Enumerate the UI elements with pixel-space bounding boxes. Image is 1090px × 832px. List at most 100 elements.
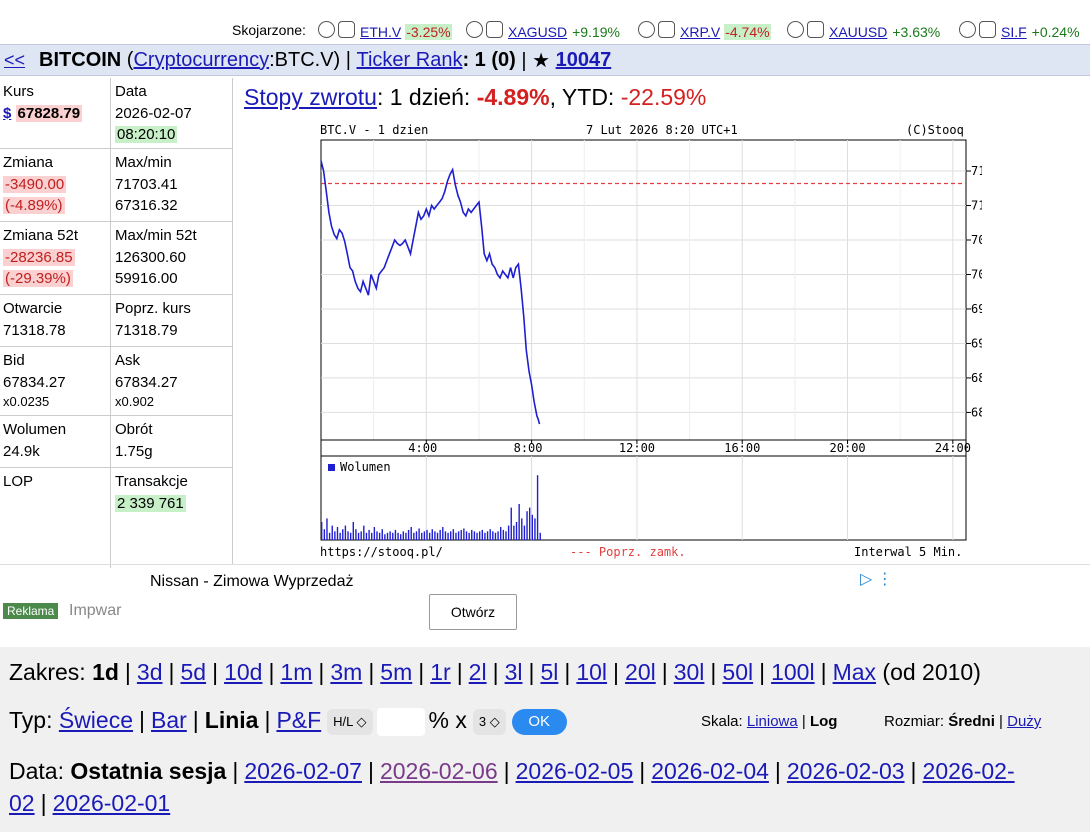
y-tick-label: 68000 xyxy=(971,405,982,419)
radio-icon[interactable] xyxy=(638,20,655,38)
volume-bar xyxy=(323,529,326,540)
separator: | xyxy=(503,758,510,784)
volume-bar xyxy=(450,531,452,540)
related-symbol-link[interactable]: SI.F xyxy=(1001,24,1027,40)
related-item-eth: ETH.V -3.25% xyxy=(318,16,452,40)
type-pf-link[interactable]: P&F xyxy=(276,707,321,733)
checkbox-icon[interactable] xyxy=(338,20,355,38)
date-link-2026-02-07[interactable]: 2026-02-07 xyxy=(244,758,362,784)
size-large-link[interactable]: Duży xyxy=(1007,713,1041,730)
volume-bar xyxy=(373,527,376,540)
range-link-5d[interactable]: 5d xyxy=(180,659,206,685)
volume-bar xyxy=(497,531,499,540)
multiplier-select[interactable]: 3 ◇ xyxy=(472,708,506,735)
date-link-2026-02-05[interactable]: 2026-02-05 xyxy=(516,758,634,784)
volume-bar xyxy=(494,532,497,540)
volume-bar xyxy=(344,525,347,540)
related-symbol-link[interactable]: XAUUSD xyxy=(829,24,887,40)
volume-bar xyxy=(328,532,331,540)
ad-open-button[interactable]: Otwórz xyxy=(429,594,517,630)
range-link-20l[interactable]: 20l xyxy=(625,659,656,685)
ad-banner[interactable]: Nissan - Zimowa Wyprzedaż Reklama Impwar… xyxy=(0,564,1090,647)
date-link-2026-02-01[interactable]: 2026-02-01 xyxy=(53,790,171,816)
pct-label: % x xyxy=(428,707,467,733)
ask-value: 67834.27 xyxy=(115,373,178,391)
type-candles-link[interactable]: Świece xyxy=(59,707,133,733)
volume-bar xyxy=(384,534,386,540)
returns-link[interactable]: Stopy zwrotu xyxy=(244,84,377,110)
related-symbol-link[interactable]: XAGUSD xyxy=(508,24,567,40)
related-symbol-link[interactable]: XRP.V xyxy=(680,24,720,40)
range-link-5l[interactable]: 5l xyxy=(540,659,558,685)
checkbox-icon[interactable] xyxy=(807,20,824,38)
pct-input[interactable] xyxy=(376,707,425,736)
range-link-3d[interactable]: 3d xyxy=(137,659,163,685)
type-row: Typ: Świece | Bar | Linia | P&F H/L ◇% x3 ◇ OK S… xyxy=(9,707,1081,736)
range-link-10l[interactable]: 10l xyxy=(576,659,607,685)
range-current: 1d xyxy=(92,659,119,685)
category-link[interactable]: Cryptocurrency xyxy=(133,49,269,72)
range-link-3m[interactable]: 3m xyxy=(330,659,362,685)
scale-linear-link[interactable]: Liniowa xyxy=(747,713,798,730)
returns-ytd-label: , YTD: xyxy=(549,84,621,110)
ok-button[interactable]: OK xyxy=(511,708,567,735)
range-link-5m[interactable]: 5m xyxy=(380,659,412,685)
returns-day-value: -4.89% xyxy=(476,84,550,110)
volume-bar xyxy=(423,531,426,540)
range-link-3l[interactable]: 3l xyxy=(505,659,523,685)
related-change: +3.63% xyxy=(892,24,941,40)
scale-label: Skala: xyxy=(701,713,747,730)
volume-bar xyxy=(502,529,505,540)
ad-choices-icon[interactable]: ▷ ⋮ xyxy=(860,569,893,589)
range-link-2l[interactable]: 2l xyxy=(469,659,487,685)
range-link-50l[interactable]: 50l xyxy=(722,659,753,685)
volume-bar xyxy=(457,531,460,540)
checkbox-icon[interactable] xyxy=(658,20,675,38)
date-link-2026-02-04[interactable]: 2026-02-04 xyxy=(651,758,769,784)
related-symbol-link[interactable]: ETH.V xyxy=(360,24,401,40)
hl-select[interactable]: H/L ◇ xyxy=(327,708,373,735)
ticker-rank-link[interactable]: Ticker Rank xyxy=(357,49,463,72)
time-value: 08:20:10 xyxy=(115,126,178,143)
zmiana-label: Zmiana xyxy=(3,154,54,171)
range-link-1m[interactable]: 1m xyxy=(280,659,312,685)
poprz-cell: Poprz. kurs 71318.79 xyxy=(110,295,232,346)
bid-value: 67834.27 xyxy=(3,373,66,391)
range-link-1r[interactable]: 1r xyxy=(430,659,450,685)
currency-link[interactable]: $ xyxy=(3,105,11,122)
back-link[interactable]: << xyxy=(4,50,25,71)
x-tick-label: 4:00 xyxy=(408,441,437,455)
radio-icon[interactable] xyxy=(318,20,335,38)
type-bar-link[interactable]: Bar xyxy=(151,707,187,733)
related-item-xauusd: XAUUSD +3.63% xyxy=(787,16,941,40)
kurs-label: Kurs xyxy=(3,83,34,100)
volume-bar xyxy=(442,527,444,540)
volume-bar xyxy=(460,529,462,540)
separator: | xyxy=(318,659,325,685)
volume-bar xyxy=(415,531,418,540)
checkbox-icon[interactable] xyxy=(486,20,503,38)
checkbox-icon[interactable] xyxy=(979,20,996,38)
range-link-max[interactable]: Max xyxy=(833,659,876,685)
data-cell: Data 2026-02-07 08:20:10 xyxy=(110,78,232,148)
radio-icon[interactable] xyxy=(466,20,483,38)
date-link-2026-02-03[interactable]: 2026-02-03 xyxy=(787,758,905,784)
max-value: 71703.41 xyxy=(115,175,178,193)
maxmin-cell: Max/min 71703.41 67316.32 xyxy=(110,149,232,221)
range-link-100l[interactable]: 100l xyxy=(771,659,814,685)
volume-bar xyxy=(484,532,486,540)
range-link-10d[interactable]: 10d xyxy=(224,659,262,685)
x-tick-label: 12:00 xyxy=(619,441,655,455)
ad-title[interactable]: Nissan - Zimowa Wyprzedaż xyxy=(150,573,353,591)
range-link-30l[interactable]: 30l xyxy=(674,659,705,685)
ask-label: Ask xyxy=(115,352,141,369)
radio-icon[interactable] xyxy=(959,20,976,38)
radio-icon[interactable] xyxy=(787,20,804,38)
y-tick-label: 70000 xyxy=(971,267,982,281)
volume-bar xyxy=(355,529,357,540)
star-count-link[interactable]: 10047 xyxy=(556,49,612,72)
scale-log-current: Log xyxy=(809,713,838,730)
related-change: -3.25% xyxy=(405,24,452,40)
volume-bar xyxy=(455,532,457,540)
date-link-2026-02-06[interactable]: 2026-02-06 xyxy=(380,758,498,784)
